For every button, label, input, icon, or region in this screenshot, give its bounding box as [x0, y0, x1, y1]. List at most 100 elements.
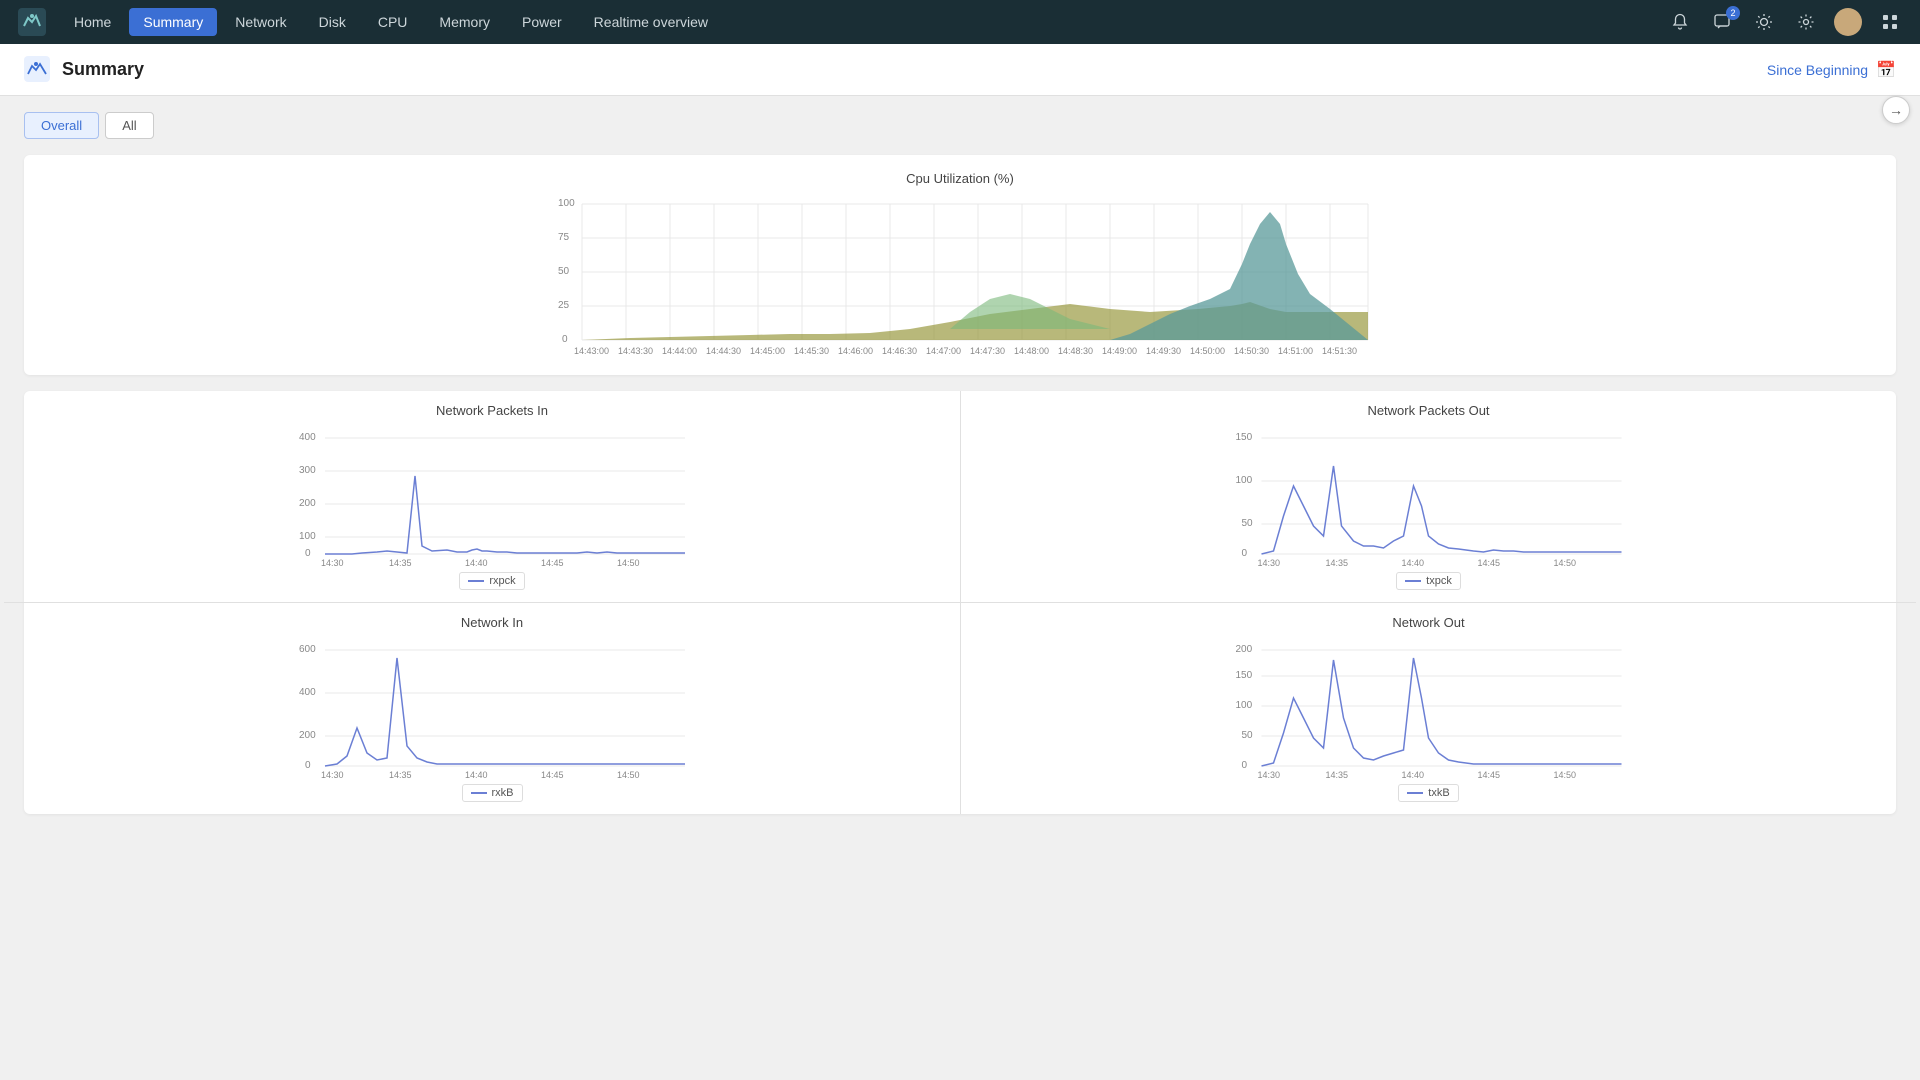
svg-text:50: 50: [1242, 518, 1254, 529]
txkB-label: txkB: [1428, 787, 1449, 799]
svg-text:50: 50: [1242, 730, 1254, 741]
svg-text:14:40: 14:40: [1402, 558, 1425, 566]
net-packets-out-legend: txpck: [977, 566, 1880, 590]
user-avatar[interactable]: [1834, 8, 1862, 36]
svg-text:14:46:00: 14:46:00: [838, 346, 873, 356]
net-packets-out-title: Network Packets Out: [977, 403, 1880, 418]
cpu-chart-svg: 100 75 50 25 0: [44, 194, 1876, 359]
svg-text:300: 300: [299, 465, 316, 476]
nav-item-cpu[interactable]: CPU: [364, 8, 422, 36]
net-out-legend: txkB: [977, 778, 1880, 802]
notifications-button[interactable]: [1666, 8, 1694, 36]
navbar-right: 2: [1666, 8, 1904, 36]
net-packets-in-panel: Network Packets In 400 300 200 100 0: [24, 391, 960, 602]
txkB-legend-line: [1407, 792, 1423, 794]
svg-text:14:45: 14:45: [1478, 558, 1501, 566]
svg-text:0: 0: [305, 760, 311, 771]
svg-text:100: 100: [1236, 700, 1253, 711]
svg-text:14:47:30: 14:47:30: [970, 346, 1005, 356]
net-out-title: Network Out: [977, 615, 1880, 630]
txpck-legend: txpck: [1396, 572, 1461, 590]
calendar-icon[interactable]: 📅: [1876, 60, 1896, 80]
svg-text:200: 200: [299, 730, 316, 741]
cpu-chart-area: 100 75 50 25 0: [44, 194, 1876, 359]
net-out-svg: 200 150 100 50 0 14:30 14:35 14: [977, 638, 1880, 778]
since-beginning-link[interactable]: Since Beginning: [1767, 62, 1868, 78]
net-in-svg: 600 400 200 0 14:30 14:35 14:40 14:45: [40, 638, 944, 778]
nav-item-power[interactable]: Power: [508, 8, 576, 36]
svg-text:14:45:30: 14:45:30: [794, 346, 829, 356]
page-title: Summary: [62, 59, 144, 80]
subheader-logo-icon: [24, 56, 52, 84]
rxkB-legend: rxkB: [462, 784, 523, 802]
nav-item-realtime[interactable]: Realtime overview: [580, 8, 722, 36]
svg-text:600: 600: [299, 644, 316, 655]
network-bytes-grid: Network In 600 400 200 0 14:30 1: [24, 603, 1896, 814]
theme-button[interactable]: [1750, 8, 1778, 36]
svg-text:14:50: 14:50: [617, 558, 640, 566]
txpck-label: txpck: [1426, 575, 1452, 587]
svg-text:14:43:30: 14:43:30: [618, 346, 653, 356]
rxkB-label: rxkB: [492, 787, 514, 799]
svg-text:25: 25: [558, 300, 570, 311]
apps-button[interactable]: [1876, 8, 1904, 36]
cpu-chart-title: Cpu Utilization (%): [44, 171, 1876, 186]
chat-badge: 2: [1726, 6, 1740, 20]
tab-overall[interactable]: Overall: [24, 112, 99, 139]
svg-text:14:50:00: 14:50:00: [1190, 346, 1225, 356]
svg-text:14:51:00: 14:51:00: [1278, 346, 1313, 356]
svg-text:0: 0: [1242, 548, 1248, 559]
svg-text:14:49:00: 14:49:00: [1102, 346, 1137, 356]
svg-text:14:50: 14:50: [1554, 770, 1577, 778]
svg-text:14:30: 14:30: [1258, 770, 1281, 778]
svg-text:14:44:00: 14:44:00: [662, 346, 697, 356]
navbar: Home Summary Network Disk CPU Memory Pow…: [0, 0, 1920, 44]
svg-text:14:51:30: 14:51:30: [1322, 346, 1357, 356]
svg-text:100: 100: [299, 531, 316, 542]
subheader-right: Since Beginning 📅: [1767, 60, 1896, 80]
svg-text:400: 400: [299, 432, 316, 443]
net-in-title: Network In: [40, 615, 944, 630]
svg-text:14:50: 14:50: [617, 770, 640, 778]
svg-text:200: 200: [1236, 644, 1253, 655]
svg-text:14:40: 14:40: [465, 770, 488, 778]
svg-text:14:43:00: 14:43:00: [574, 346, 609, 356]
network-packets-card: Network Packets In 400 300 200 100 0: [24, 391, 1896, 814]
net-in-panel: Network In 600 400 200 0 14:30 1: [24, 603, 960, 814]
rxpck-legend: rxpck: [459, 572, 524, 590]
chat-button[interactable]: 2: [1708, 8, 1736, 36]
svg-text:14:30: 14:30: [321, 770, 344, 778]
svg-text:14:30: 14:30: [321, 558, 344, 566]
svg-text:14:45: 14:45: [541, 770, 564, 778]
nav-item-summary[interactable]: Summary: [129, 8, 217, 36]
settings-button[interactable]: [1792, 8, 1820, 36]
tab-bar: Overall All: [24, 112, 1896, 139]
svg-text:14:35: 14:35: [389, 558, 412, 566]
tab-all[interactable]: All: [105, 112, 153, 139]
svg-text:100: 100: [558, 198, 575, 209]
subheader: Summary Since Beginning 📅: [0, 44, 1920, 96]
svg-text:14:47:00: 14:47:00: [926, 346, 961, 356]
nav-item-network[interactable]: Network: [221, 8, 300, 36]
rxkB-legend-line: [471, 792, 487, 794]
svg-text:14:40: 14:40: [465, 558, 488, 566]
svg-text:14:48:00: 14:48:00: [1014, 346, 1049, 356]
net-out-panel: Network Out 200 150 100 50 0: [960, 603, 1896, 814]
svg-text:14:35: 14:35: [1326, 558, 1349, 566]
svg-text:14:45: 14:45: [541, 558, 564, 566]
svg-text:14:35: 14:35: [1326, 770, 1349, 778]
nav-item-disk[interactable]: Disk: [305, 8, 360, 36]
net-packets-in-legend: rxpck: [40, 566, 944, 590]
navbar-logo: [16, 6, 48, 38]
nav-item-memory[interactable]: Memory: [425, 8, 504, 36]
svg-text:14:35: 14:35: [389, 770, 412, 778]
svg-text:400: 400: [299, 687, 316, 698]
net-packets-in-svg: 400 300 200 100 0 14:30 14:35 1: [40, 426, 944, 566]
svg-text:0: 0: [305, 548, 311, 559]
net-packets-in-title: Network Packets In: [40, 403, 944, 418]
svg-text:150: 150: [1236, 670, 1253, 681]
txpck-legend-line: [1405, 580, 1421, 582]
svg-text:14:40: 14:40: [1402, 770, 1425, 778]
svg-text:75: 75: [558, 232, 570, 243]
nav-item-home[interactable]: Home: [60, 8, 125, 36]
